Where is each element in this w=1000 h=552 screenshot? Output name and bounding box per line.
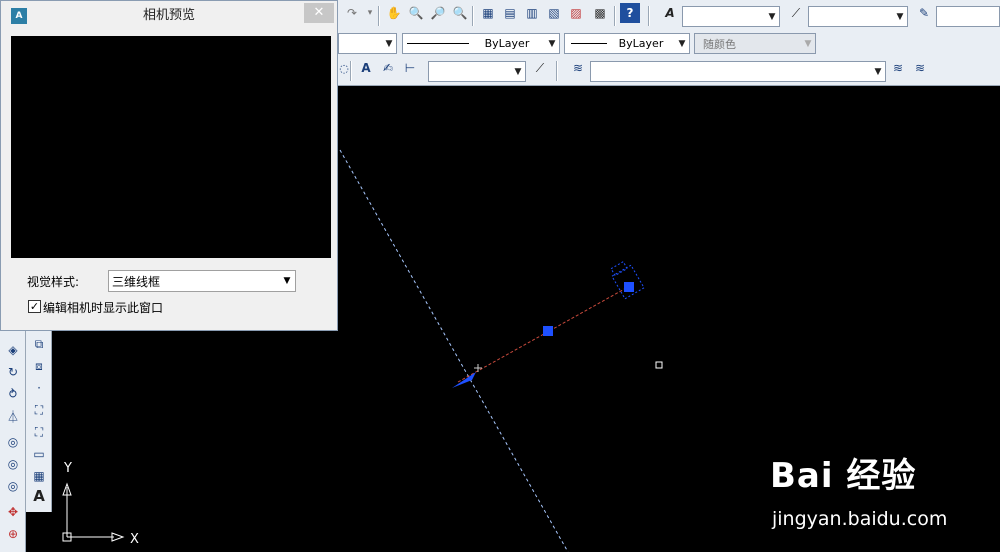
- table-style-select[interactable]: [936, 6, 1000, 27]
- watermark-url: jingyan.baidu.com: [772, 508, 948, 530]
- dialog-titlebar[interactable]: A 相机预览 ✕: [1, 1, 337, 31]
- union-icon[interactable]: ◎: [3, 432, 23, 452]
- layer-state-select[interactable]: ▼: [590, 61, 886, 82]
- zoom-previous-icon[interactable]: 🔍: [450, 3, 470, 23]
- layer-match-icon[interactable]: ≋: [910, 58, 930, 78]
- dialog-title: 相机预览: [142, 8, 195, 23]
- 3d-move-icon[interactable]: ✥: [3, 502, 23, 522]
- visual-style-value: 三维线框: [112, 274, 161, 289]
- toolbar-separator: [472, 6, 474, 26]
- camera-preview-dialog: A 相机预览 ✕ 视觉样式: 三维线框 ▼ ✓ 编辑相机时显示此窗口: [0, 0, 338, 331]
- lineweight-value: ByLayer: [618, 37, 664, 50]
- hatch-icon[interactable]: ⧉: [29, 334, 49, 354]
- linetype-value: ByLayer: [484, 37, 530, 50]
- toolbar-separator: [350, 61, 352, 81]
- camera-preview-viewport: [11, 36, 331, 258]
- ucs-icon: [62, 482, 125, 542]
- revolve-icon[interactable]: ↻: [3, 362, 23, 382]
- calculator-icon[interactable]: ▩: [590, 3, 610, 23]
- close-button[interactable]: ✕: [304, 3, 334, 23]
- zoom-realtime-icon[interactable]: 🔍: [406, 3, 426, 23]
- dim-style-icon[interactable]: ⟋: [786, 3, 806, 23]
- watermark-brand: Bai 经验: [770, 456, 917, 496]
- region-icon[interactable]: ⧈: [29, 356, 49, 376]
- ucs-y-label: Y: [63, 461, 72, 476]
- visual-style-label: 视觉样式:: [27, 275, 80, 289]
- text-style-select[interactable]: ▼: [682, 6, 780, 27]
- chevron-down-icon: ▼: [283, 276, 291, 286]
- multileader-style-icon[interactable]: ⟋: [530, 58, 550, 78]
- intersect-icon[interactable]: ◎: [3, 476, 23, 496]
- toolbar-separator: [556, 61, 558, 81]
- multiline-text-icon[interactable]: A: [29, 486, 49, 506]
- help-icon[interactable]: ?: [620, 3, 640, 23]
- table-icon[interactable]: ▦: [29, 466, 49, 486]
- point-icon[interactable]: ·: [29, 378, 49, 398]
- midpoint-grip[interactable]: [543, 326, 553, 336]
- markup-icon[interactable]: ▨: [566, 3, 586, 23]
- dim-style-select[interactable]: ▼: [808, 6, 908, 27]
- ucs-x-label: X: [130, 532, 139, 547]
- sheet-set-icon[interactable]: ▧: [544, 3, 564, 23]
- redo-dropdown-icon[interactable]: ▾: [360, 3, 380, 23]
- baidu-jingyan-watermark: Bai 经验 jingyan.baidu.com: [770, 448, 990, 538]
- pan-icon[interactable]: ✋: [384, 3, 404, 23]
- text-style-manager-icon[interactable]: A: [356, 58, 376, 78]
- annotation-select[interactable]: ▼: [428, 61, 526, 82]
- layer-select[interactable]: ▼: [338, 33, 397, 54]
- lineweight-preview: [571, 43, 607, 44]
- properties-icon[interactable]: ▦: [478, 3, 498, 23]
- linetype-select[interactable]: ByLayer ▼: [402, 33, 560, 54]
- extrude-icon[interactable]: ◈: [3, 340, 23, 360]
- subtract-icon[interactable]: ◎: [3, 454, 23, 474]
- visual-style-select[interactable]: 三维线框 ▼: [108, 270, 296, 292]
- plot-style-select[interactable]: 随颜色 ▼: [694, 33, 816, 54]
- redo-icon[interactable]: ↷: [342, 3, 362, 23]
- show-window-checkbox[interactable]: ✓: [28, 300, 41, 313]
- lineweight-select[interactable]: ByLayer ▼: [564, 33, 690, 54]
- show-window-checkbox-label[interactable]: 编辑相机时显示此窗口: [43, 299, 163, 316]
- plot-style-value: 随颜色: [703, 37, 736, 51]
- layer-properties-icon[interactable]: ≋: [568, 58, 588, 78]
- make-block-icon[interactable]: ⛶: [29, 422, 49, 442]
- camera-frustum-line: [339, 149, 569, 552]
- text-style-icon[interactable]: A: [660, 3, 680, 23]
- design-center-icon[interactable]: ▤: [500, 3, 520, 23]
- boundary-icon[interactable]: ▭: [29, 444, 49, 464]
- left-modeling-toolbar: ◈ ↻ ⥁ ⏃ ◎ ◎ ◎ ✥ ⊕: [0, 320, 26, 552]
- camera-glyph[interactable]: [608, 259, 645, 300]
- tool-palettes-icon[interactable]: ▥: [522, 3, 542, 23]
- zoom-window-icon[interactable]: 🔎: [428, 3, 448, 23]
- camera-location-grip[interactable]: [624, 282, 634, 292]
- sweep-icon[interactable]: ⥁: [3, 384, 23, 404]
- toolbar-separator: [614, 6, 616, 26]
- dimension-style-icon[interactable]: ✍: [378, 58, 398, 78]
- linetype-preview: [407, 43, 469, 44]
- table-style-icon[interactable]: ✎: [914, 3, 934, 23]
- dim-linear-icon[interactable]: ⊢: [400, 58, 420, 78]
- toolbar-separator: [648, 6, 650, 26]
- left-draw-toolbar: ⧉ ⧈ · ⛶ ⛶ ▭ ▦ A: [26, 320, 52, 512]
- 3d-rotate-icon[interactable]: ⊕: [3, 524, 23, 544]
- layer-previous-icon[interactable]: ≋: [888, 58, 908, 78]
- pickbox-cursor: [655, 361, 663, 369]
- loft-icon[interactable]: ⏃: [3, 406, 23, 426]
- toolbar-separator: [378, 6, 380, 26]
- block-insert-icon[interactable]: ⛶: [29, 400, 49, 420]
